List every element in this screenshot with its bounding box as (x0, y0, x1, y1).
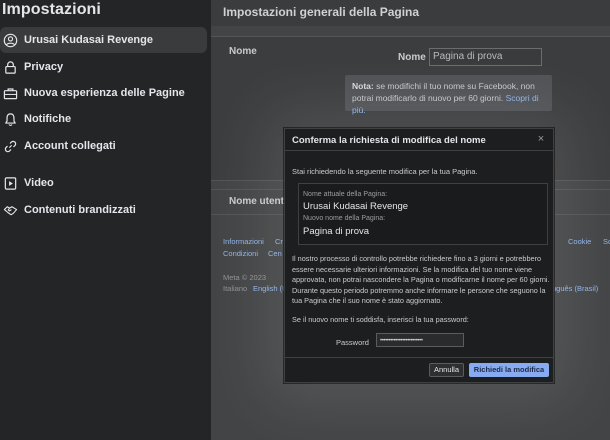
footer-link-partial-right[interactable]: Sc (603, 237, 610, 246)
new-name-label: Nuovo nome della Pagina: (303, 215, 386, 222)
main-header: Impostazioni generali della Pagina (211, 0, 610, 26)
footer-link-partial[interactable]: Cr (275, 237, 283, 246)
divider (285, 357, 553, 358)
request-change-button[interactable]: Richiedi la modifica (469, 363, 549, 377)
handshake-icon (2, 202, 18, 218)
confirm-name-change-dialog: Conferma la richiesta di modifica del no… (284, 128, 554, 383)
name-change-summary: Nome attuale della Pagina: Urusai Kudasa… (298, 183, 548, 245)
video-icon (2, 175, 18, 191)
briefcase-icon (2, 85, 18, 101)
user-circle-icon (2, 32, 18, 48)
footer-language-english[interactable]: English (U (253, 284, 288, 293)
footer-link-center[interactable]: Cen (268, 249, 282, 258)
page-title: Impostazioni generali della Pagina (223, 5, 420, 19)
sidebar-item-label: Privacy (24, 61, 64, 73)
note-bold: Nota: (352, 81, 374, 91)
sidebar-item-video[interactable]: Video (0, 170, 207, 196)
new-name-value: Pagina di prova (303, 226, 370, 237)
footer-language-portuguese[interactable]: uguês (Brasil) (552, 284, 598, 293)
current-name-label: Nome attuale della Pagina: (303, 191, 388, 198)
footer-link-cookie[interactable]: Cookie (568, 237, 591, 246)
username-label: Nome utente (229, 196, 290, 207)
sidebar-item-page-profile[interactable]: Urusai Kudasai Revenge (0, 27, 207, 53)
bell-icon (2, 111, 18, 127)
sidebar-item-label: Urusai Kudasai Revenge (24, 34, 153, 46)
name-section-label: Nome (229, 46, 257, 57)
name-change-note: Nota: se modifichi il tuo nome su Facebo… (345, 75, 552, 115)
password-label: Password (336, 338, 369, 347)
dialog-intro: Stai richiedendo la seguente modifica pe… (292, 167, 478, 176)
footer-language-current: Italiano (223, 284, 248, 293)
close-icon[interactable]: × (535, 133, 547, 145)
footer-link-info[interactable]: Informazioni (223, 237, 264, 246)
sidebar-item-label: Nuova esperienza delle Pagine (24, 87, 185, 99)
sidebar-item-label: Video (24, 177, 54, 189)
settings-sidebar: Impostazioni Urusai Kudasai Revenge Priv… (0, 0, 211, 440)
page-name-input[interactable]: Pagina di prova (429, 48, 542, 66)
sidebar-item-linked-accounts[interactable]: Account collegati (0, 133, 207, 159)
footer-link-terms[interactable]: Condizioni (223, 249, 258, 258)
enter-password-prompt: Se il nuovo nome ti soddisfa, inserisci … (292, 315, 469, 324)
sidebar-item-new-pages-experience[interactable]: Nuova esperienza delle Pagine (0, 80, 207, 106)
sidebar-item-label: Account collegati (24, 140, 116, 152)
current-name-value: Urusai Kudasai Revenge (303, 201, 409, 212)
cancel-button[interactable]: Annulla (429, 363, 464, 377)
footer-copyright: Meta © 2023 (223, 273, 267, 282)
sidebar-item-label: Contenuti brandizzati (24, 204, 136, 216)
dialog-header: Conferma la richiesta di modifica del no… (285, 129, 553, 151)
password-input[interactable]: ••••••••••••••••••••••••• (376, 333, 464, 347)
sidebar-item-privacy[interactable]: Privacy (0, 54, 207, 80)
sidebar-item-notifications[interactable]: Notifiche (0, 106, 207, 132)
link-icon (2, 138, 18, 154)
sidebar-title: Impostazioni (2, 1, 101, 18)
review-process-text: Il nostro processo di controllo potrebbe… (292, 254, 550, 306)
lock-icon (2, 59, 18, 75)
name-field-label: Nome (398, 52, 426, 63)
dialog-title: Conferma la richiesta di modifica del no… (292, 135, 486, 146)
sidebar-item-label: Notifiche (24, 113, 72, 125)
sidebar-item-branded-content[interactable]: Contenuti brandizzati (0, 197, 207, 223)
